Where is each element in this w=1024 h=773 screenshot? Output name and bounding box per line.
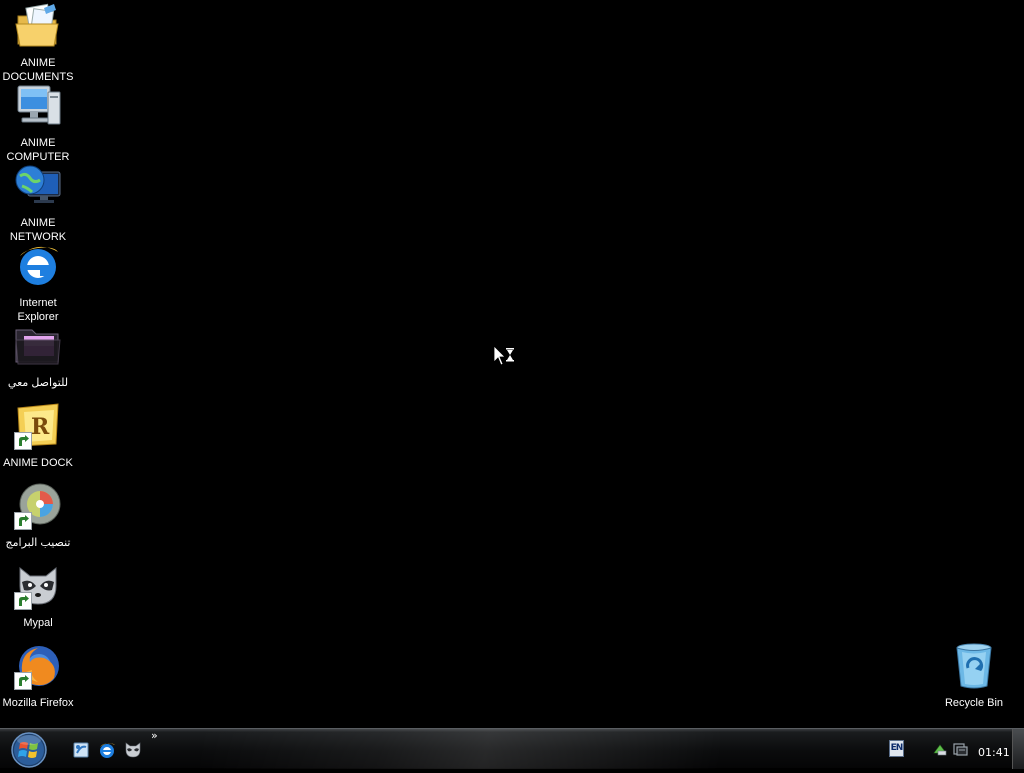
desktop-icon-recycle-bin[interactable]: Recycle Bin — [936, 642, 1012, 710]
start-button[interactable] — [9, 730, 49, 768]
desktop-icon-label: ANIME DOCUMENTS — [2, 57, 74, 83]
svg-text:R: R — [31, 414, 50, 440]
taskbar[interactable]: » EN 01:41 م — [0, 728, 1024, 769]
mypal-raccoon-icon — [125, 742, 141, 758]
mypal-raccoon-icon — [14, 562, 62, 610]
desktop-icon-label: Internet Explorer — [17, 297, 59, 323]
firefox-icon — [14, 642, 62, 690]
shortcut-arrow-icon — [14, 592, 32, 610]
quick-launch-overflow-button[interactable]: » — [151, 729, 158, 742]
desktop-icon-internet-explorer[interactable]: Internet Explorer — [0, 242, 76, 324]
dark-folder-icon — [14, 322, 62, 370]
language-indicator[interactable]: EN — [889, 740, 904, 757]
program-installer-icon — [14, 482, 62, 530]
desktop-icon-anime-network[interactable]: ANIME NETWORK — [0, 162, 76, 244]
shortcut-arrow-icon — [14, 512, 32, 530]
desktop-icon-label: ANIME NETWORK — [9, 217, 67, 243]
computer-icon — [14, 82, 62, 130]
quick-launch-internet-explorer[interactable] — [98, 741, 116, 759]
desktop-icon-program-installer[interactable]: تنصيب البرامج — [0, 482, 76, 550]
busy-cursor-icon — [493, 345, 517, 367]
network-connection-icon — [933, 744, 947, 756]
shortcut-arrow-icon — [14, 432, 32, 450]
folder-documents-icon — [14, 2, 62, 50]
rocketdock-icon: R — [14, 402, 62, 450]
desktop-icon-anime-documents[interactable]: ANIME DOCUMENTS — [0, 2, 76, 84]
desktop-icon-label: ANIME COMPUTER — [6, 137, 70, 163]
desktop-icon-label: ANIME DOCK — [3, 457, 73, 469]
desktop-icon-mypal[interactable]: Mypal — [0, 562, 76, 630]
network-globe-icon — [14, 162, 62, 210]
desktop-icon-mozilla-firefox[interactable]: Mozilla Firefox — [0, 642, 76, 710]
show-desktop-icon — [73, 742, 89, 758]
show-desktop-button[interactable] — [1012, 729, 1024, 769]
tray-safely-remove-hardware[interactable] — [952, 741, 968, 757]
desktop-icon-label: Recycle Bin — [944, 697, 1004, 709]
desktop-icon-contact-me[interactable]: للتواصل معي — [0, 322, 76, 390]
taskbar-gleam — [200, 729, 720, 769]
tray-network-connection[interactable] — [932, 741, 948, 757]
windows-start-orb-icon — [11, 732, 47, 768]
desktop-icon-label: للتواصل معي — [7, 377, 69, 389]
internet-explorer-icon — [100, 743, 115, 758]
shortcut-arrow-icon — [14, 672, 32, 690]
desktop-icon-label: Mozilla Firefox — [2, 697, 74, 709]
desktop-icon-label: تنصيب البرامج — [5, 537, 71, 549]
desktop-icon-anime-dock[interactable]: R ANIME DOCK — [0, 402, 76, 470]
recycle-bin-icon — [950, 642, 998, 690]
quick-launch-show-desktop[interactable] — [72, 741, 90, 759]
quick-launch-mypal[interactable] — [124, 741, 142, 759]
desktop[interactable]: ANIME DOCUMENTS ANIME COMPUTER ANIME NET… — [0, 0, 1024, 728]
safely-remove-hardware-icon — [953, 743, 968, 756]
internet-explorer-icon — [14, 242, 62, 290]
desktop-icon-anime-computer[interactable]: ANIME COMPUTER — [0, 82, 76, 164]
desktop-icon-label: Mypal — [23, 617, 53, 629]
